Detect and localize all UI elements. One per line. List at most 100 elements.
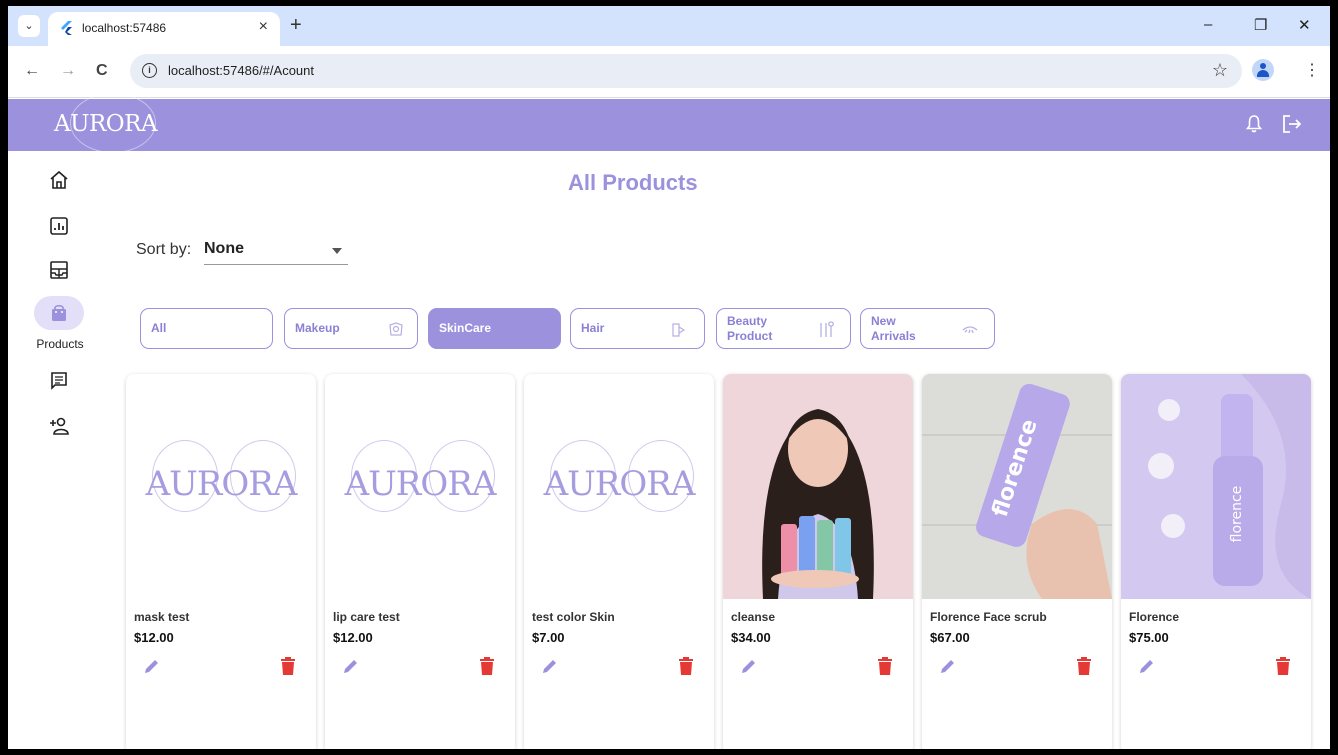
- tab-search-button[interactable]: ⌄: [18, 15, 40, 37]
- home-icon: [50, 170, 68, 189]
- delete-icon[interactable]: [678, 656, 694, 676]
- product-price: $67.00: [930, 630, 970, 645]
- category-chip-makeup[interactable]: Makeup: [284, 308, 418, 349]
- category-chip-label-line: Product: [727, 328, 773, 343]
- product-image-placeholder: AURORA: [126, 374, 316, 599]
- edit-icon[interactable]: [739, 656, 759, 676]
- product-image-placeholder: AURORA: [524, 374, 714, 599]
- minimize-button[interactable]: –: [1204, 16, 1212, 33]
- messages-icon: [51, 372, 67, 390]
- page-title: All Products: [568, 170, 698, 195]
- delete-icon[interactable]: [877, 656, 893, 676]
- sidebar-item-dashboard[interactable]: [38, 255, 80, 285]
- placeholder-logo: AURORA: [145, 464, 298, 504]
- category-chip-beauty-product[interactable]: Beauty Product: [716, 308, 851, 349]
- sidebar-item-label: Products: [36, 337, 84, 351]
- tab-close-icon[interactable]: ×: [259, 18, 268, 36]
- product-price: $12.00: [134, 630, 174, 645]
- address-bar: ← → C i localhost:57486/#/Acount ☆ ⋮: [8, 46, 1330, 98]
- category-chip-label: All: [151, 321, 167, 335]
- category-chip-skincare[interactable]: SkinCare: [428, 308, 561, 349]
- product-price: $34.00: [731, 630, 771, 645]
- delete-icon[interactable]: [280, 656, 296, 676]
- sort-dropdown[interactable]: None: [204, 234, 348, 265]
- app-header: AURORA: [8, 93, 1330, 153]
- site-info-icon[interactable]: i: [142, 63, 157, 78]
- product-name: Florence Face scrub: [930, 610, 1047, 624]
- delete-icon[interactable]: [1076, 656, 1092, 676]
- restore-button[interactable]: ❐: [1254, 16, 1267, 34]
- bell-icon[interactable]: [1246, 115, 1262, 133]
- browser-menu-icon[interactable]: ⋮: [1304, 60, 1320, 80]
- makeup-icon: [389, 322, 403, 336]
- category-chip-all[interactable]: All: [140, 308, 273, 349]
- category-chip-label-line: Beauty: [727, 313, 768, 328]
- product-price: $75.00: [1129, 630, 1169, 645]
- edit-icon[interactable]: [1137, 656, 1157, 676]
- placeholder-logo: AURORA: [344, 464, 497, 504]
- sidebar: Products: [8, 151, 108, 749]
- category-chip-label: Makeup: [295, 321, 340, 335]
- forward-button[interactable]: →: [60, 62, 76, 80]
- edit-icon[interactable]: [341, 656, 361, 676]
- delete-icon[interactable]: [479, 656, 495, 676]
- category-chip-label: New Arrivals: [871, 309, 916, 348]
- bookmark-star-icon[interactable]: ☆: [1212, 60, 1228, 81]
- browser-tab[interactable]: localhost:57486 ×: [48, 12, 280, 46]
- edit-icon[interactable]: [142, 656, 162, 676]
- chevron-down-icon: [332, 248, 342, 254]
- sidebar-item-analytics[interactable]: [38, 211, 80, 241]
- shopping-bag-icon: [52, 304, 66, 321]
- category-chip-new-arrivals[interactable]: New Arrivals: [860, 308, 995, 349]
- brand-logo[interactable]: AURORA: [54, 111, 158, 137]
- product-name: mask test: [134, 610, 190, 624]
- dashboard-icon: [50, 261, 68, 279]
- reload-button[interactable]: C: [96, 62, 108, 80]
- back-button[interactable]: ←: [24, 62, 40, 80]
- new-tab-button[interactable]: +: [290, 14, 302, 37]
- url-text: localhost:57486/#/Acount: [168, 63, 314, 78]
- close-window-button[interactable]: ✕: [1298, 16, 1311, 34]
- category-chip-label: Hair: [581, 321, 605, 335]
- product-name: Florence: [1129, 610, 1180, 624]
- hair-icon: [672, 323, 686, 337]
- foam-bottle-photo: florence: [1121, 374, 1311, 599]
- product-price: $7.00: [532, 630, 565, 645]
- profile-avatar-icon[interactable]: [1252, 59, 1274, 81]
- add-user-icon: [50, 417, 69, 435]
- category-chip-label-line: New: [871, 313, 896, 328]
- product-card[interactable]: florence Florence Face scrub $67.00: [922, 374, 1112, 749]
- sort-label: Sort by:: [136, 241, 192, 258]
- browser-window: ⌄ localhost:57486 × + – ❐ ✕ ← → C i loca…: [8, 6, 1330, 749]
- category-chip-label: SkinCare: [439, 321, 492, 335]
- edit-icon[interactable]: [938, 656, 958, 676]
- logout-icon[interactable]: [1282, 114, 1302, 134]
- analytics-icon: [50, 217, 68, 235]
- category-chip-hair[interactable]: Hair: [570, 308, 705, 349]
- category-chip-label: Beauty Product: [727, 309, 772, 348]
- flutter-favicon-icon: [61, 21, 72, 35]
- eye-icon: [962, 326, 978, 334]
- product-card[interactable]: AURORA mask test $12.00: [126, 374, 316, 749]
- category-chip-label-line: Arrivals: [871, 328, 916, 343]
- sort-value: None: [204, 240, 244, 257]
- hand-holding-tube-photo: florence: [922, 374, 1112, 599]
- delete-icon[interactable]: [1275, 656, 1291, 676]
- sidebar-item-add-user[interactable]: [38, 411, 80, 441]
- sidebar-item-products[interactable]: [38, 298, 80, 328]
- edit-icon[interactable]: [540, 656, 560, 676]
- sidebar-item-home[interactable]: [38, 165, 80, 195]
- product-card[interactable]: AURORA lip care test $12.00: [325, 374, 515, 749]
- tab-bar: ⌄ localhost:57486 × + – ❐ ✕: [8, 6, 1330, 46]
- url-input[interactable]: i localhost:57486/#/Acount ☆: [130, 54, 1242, 88]
- product-price: $12.00: [333, 630, 373, 645]
- product-name: lip care test: [333, 610, 400, 624]
- product-card[interactable]: AURORA test color Skin $7.00: [524, 374, 714, 749]
- product-card[interactable]: cleanse $34.00: [723, 374, 913, 749]
- product-image-text: florence: [1229, 486, 1245, 543]
- sidebar-item-messages[interactable]: [38, 365, 80, 395]
- placeholder-logo: AURORA: [543, 464, 696, 504]
- product-name: test color Skin: [532, 610, 615, 624]
- model-with-bottles-photo: [723, 374, 913, 599]
- product-card[interactable]: florence Florence $75.00: [1121, 374, 1311, 749]
